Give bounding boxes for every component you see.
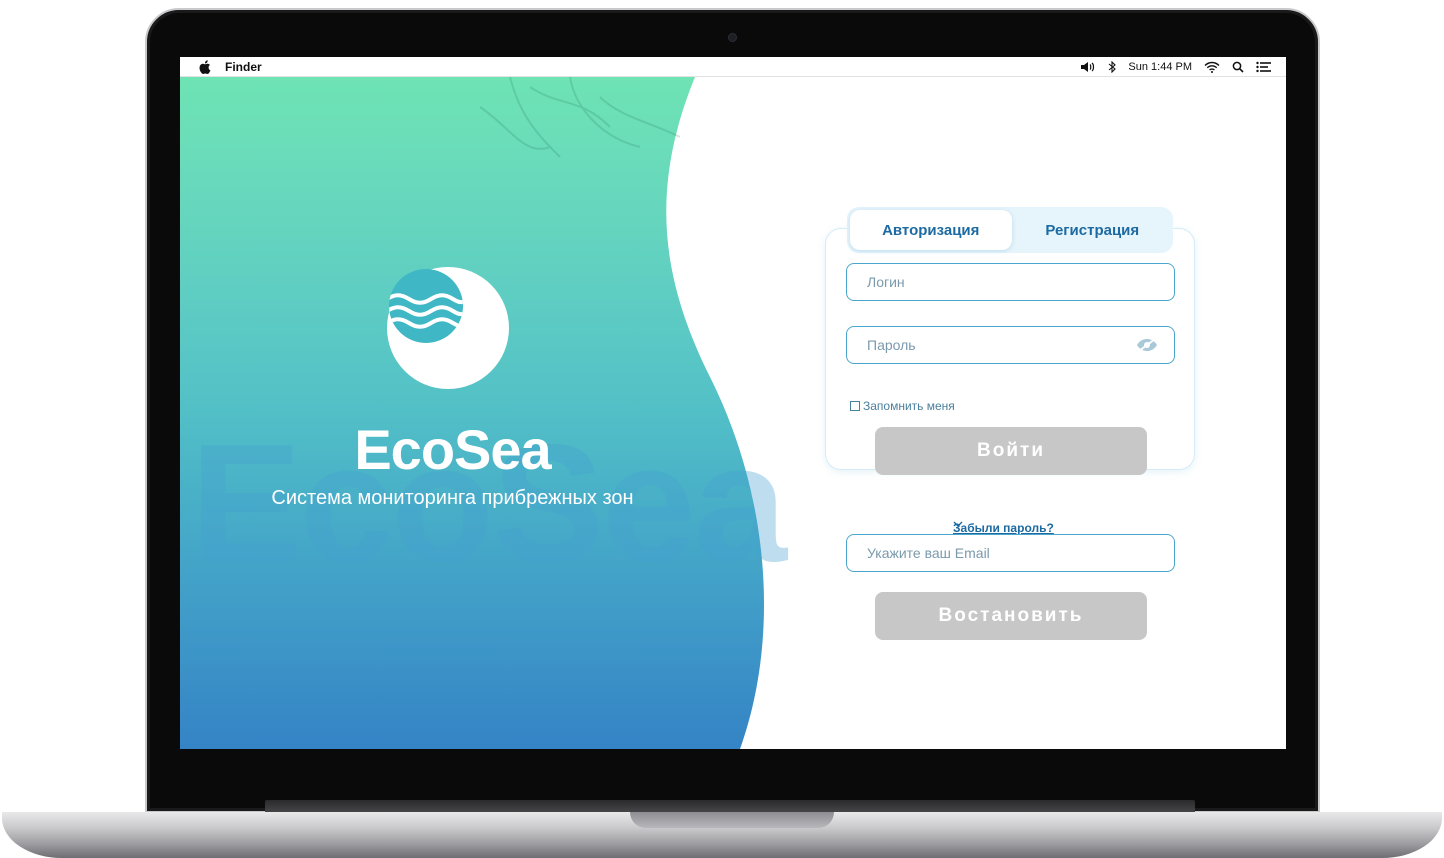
menubar-clock[interactable]: Sun 1:44 PM — [1128, 61, 1192, 73]
brand-subtitle: Система мониторинга прибрежных зон — [271, 487, 634, 509]
laptop-frame: Finder Sun 1:44 PM EcoSea EcoSea Система… — [0, 0, 1444, 858]
email-field[interactable] — [846, 534, 1175, 572]
chevron-down-icon — [953, 521, 963, 527]
tab-registration[interactable]: Регистрация — [1012, 207, 1174, 253]
sea-waves-icon — [389, 269, 463, 343]
forgot-password-link[interactable]: Забыли пароль? — [953, 521, 1054, 535]
remember-me-label: Запомнить меня — [863, 399, 955, 413]
forgot-password-label: Забыли пароль? — [953, 521, 1054, 535]
laptop-notch — [630, 812, 834, 828]
ecosea-logo — [387, 267, 509, 389]
bluetooth-icon[interactable] — [1108, 61, 1117, 73]
email-input[interactable] — [865, 544, 1174, 562]
login-input[interactable] — [865, 273, 1174, 291]
volume-icon[interactable] — [1080, 61, 1096, 73]
status-menus: Sun 1:44 PM — [1080, 57, 1272, 77]
brand-title: EcoSea — [354, 418, 551, 481]
toggle-password-visibility-icon[interactable] — [1136, 337, 1158, 353]
screen: Finder Sun 1:44 PM EcoSea EcoSea Система… — [180, 57, 1286, 749]
tab-authorization[interactable]: Авторизация — [850, 210, 1012, 250]
wifi-icon[interactable] — [1204, 61, 1220, 73]
restore-button[interactable]: Востановить — [875, 592, 1147, 640]
apple-icon[interactable] — [197, 59, 211, 74]
hero-panel: EcoSea EcoSea Система мониторинга прибре… — [180, 77, 1286, 749]
menu-bar: Finder Sun 1:44 PM — [180, 57, 1286, 77]
webcam — [728, 33, 737, 42]
notification-center-icon[interactable] — [1256, 61, 1272, 73]
remember-me-checkbox[interactable] — [850, 401, 860, 411]
finder-menu[interactable]: Finder — [225, 60, 262, 74]
login-button[interactable]: Войти — [875, 427, 1147, 475]
auth-tabs: Авторизация Регистрация — [847, 207, 1173, 253]
remember-me[interactable]: Запомнить меня — [850, 399, 955, 413]
password-field[interactable] — [846, 326, 1175, 364]
login-field[interactable] — [846, 263, 1175, 301]
password-input[interactable] — [865, 336, 1174, 354]
search-icon[interactable] — [1232, 61, 1244, 73]
